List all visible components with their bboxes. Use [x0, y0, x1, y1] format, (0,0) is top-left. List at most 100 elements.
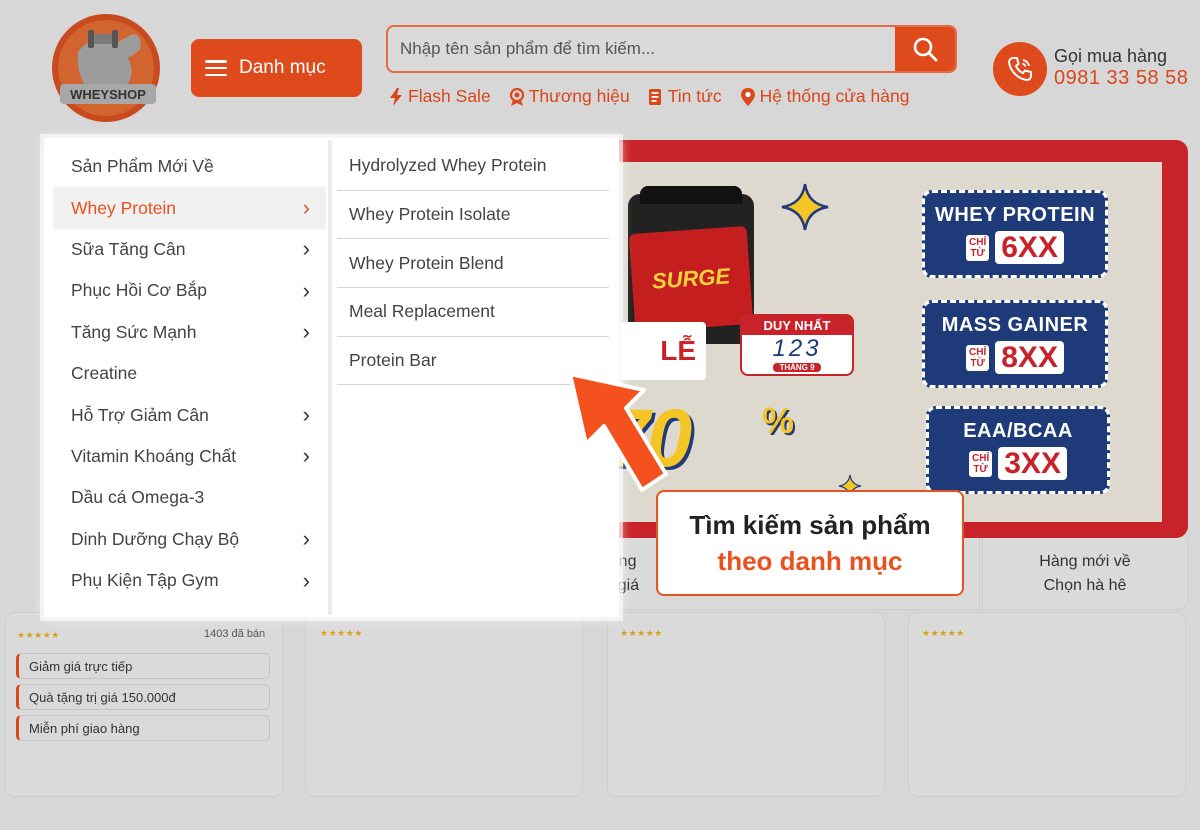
category-item-gym-accessories[interactable]: Phụ Kiện Tập Gym › — [53, 560, 326, 601]
promo-box-title: MASS GAINER — [941, 314, 1089, 336]
category-item-label: Tăng Sức Mạnh — [71, 321, 197, 342]
flash-icon — [390, 87, 402, 106]
wheyshop-logo[interactable]: WHEYSHOP — [48, 12, 168, 124]
category-item-label: Phục Hồi Cơ Bắp — [71, 280, 207, 301]
subcategory-list: Hydrolyzed Whey Protein Whey Protein Iso… — [337, 142, 609, 386]
category-item-label: Dinh Dưỡng Chạy Bộ — [71, 528, 240, 549]
search-button[interactable] — [895, 27, 955, 71]
category-item-label: Phụ Kiện Tập Gym — [71, 570, 219, 591]
category-item-label: Creatine — [71, 363, 138, 384]
category-item-creatine[interactable]: Creatine — [53, 353, 326, 394]
search-input[interactable] — [388, 27, 895, 71]
quick-link-label: Thương hiệu — [528, 86, 630, 106]
callout-line-2: theo danh mục — [717, 546, 903, 576]
annotation-arrow-icon — [568, 372, 668, 492]
category-item-label: Dầu cá Omega-3 — [71, 487, 205, 508]
category-item-running-nutrition[interactable]: Dinh Dưỡng Chạy Bộ › — [53, 519, 326, 560]
sparkle-icon — [781, 183, 829, 231]
promo-box-eaa-bcaa[interactable]: EAA/BCAA CHỈ TỪ 3XX — [926, 406, 1110, 494]
chevron-right-icon: › — [302, 443, 310, 469]
category-menu-label: Danh mục — [239, 57, 326, 78]
search-bar — [386, 25, 957, 73]
chevron-right-icon: › — [302, 236, 310, 262]
chevron-right-icon: › — [302, 402, 310, 428]
quick-link-label: Tin tức — [667, 86, 722, 106]
quick-link-label: Hệ thống cửa hàng — [759, 86, 910, 106]
category-list: Sản Phẩm Mới Về Whey Protein › Sữa Tăng … — [53, 146, 326, 601]
category-item-label: Vitamin Khoáng Chất — [71, 445, 237, 466]
promo-box-chi: CHỈ TỪ — [966, 234, 990, 261]
category-item-recovery[interactable]: Phục Hồi Cơ Bắp › — [53, 270, 326, 311]
promo-box-price: 6XX — [995, 231, 1064, 264]
promo-box-price: 3XX — [998, 447, 1067, 480]
category-item-whey-protein[interactable]: Whey Protein › — [53, 187, 326, 229]
subcategory-item[interactable]: Hydrolyzed Whey Protein — [337, 142, 609, 191]
quick-link-news[interactable]: Tin tức — [648, 86, 722, 107]
date-card-month: THÁNG 9 — [773, 363, 821, 372]
sold-count: 1403 đã bán — [204, 628, 266, 640]
category-item-label: Hỗ Trợ Giảm Cân — [71, 404, 209, 425]
chevron-right-icon: › — [302, 526, 310, 552]
annotation-callout: Tìm kiếm sản phẩm theo danh mục — [656, 490, 964, 596]
promo-box-whey[interactable]: WHEY PROTEIN CHỈ TỪ 6XX — [922, 190, 1108, 278]
category-item-label: Whey Protein — [71, 197, 177, 218]
category-item-mass-gainer[interactable]: Sữa Tăng Cân › — [53, 229, 326, 270]
quick-link-label: Flash Sale — [408, 86, 491, 106]
chevron-right-icon: › — [302, 567, 310, 593]
phone-call-button[interactable] — [993, 42, 1047, 96]
quick-link-stores[interactable]: Hệ thống cửa hàng — [740, 86, 910, 107]
chevron-right-icon: › — [302, 319, 310, 345]
promo-box-price: 8XX — [995, 341, 1064, 374]
search-icon — [913, 37, 938, 62]
callout-line-1: Tìm kiếm sản phẩm — [689, 510, 931, 540]
promo-badge: Giảm giá trực tiếp — [16, 653, 270, 679]
subcategory-item[interactable]: Meal Replacement — [337, 288, 609, 337]
chevron-right-icon: › — [302, 277, 310, 303]
promo-box-title: EAA/BCAA — [963, 420, 1073, 442]
promo-box-mass-gainer[interactable]: MASS GAINER CHỈ TỪ 8XX — [922, 300, 1108, 388]
subcategory-item[interactable]: Whey Protein Blend — [337, 239, 609, 289]
logo-text: WHEYSHOP — [70, 87, 146, 102]
menu-divider — [328, 140, 332, 615]
promo-box-title: WHEY PROTEIN — [934, 204, 1096, 226]
subcategory-item[interactable]: Whey Protein Isolate — [337, 191, 609, 240]
quick-link-brands[interactable]: Thương hiệu — [509, 86, 630, 107]
chevron-right-icon: › — [302, 195, 310, 221]
location-pin-icon — [740, 87, 755, 106]
category-item-new-arrivals[interactable]: Sản Phẩm Mới Về — [53, 146, 326, 187]
date-card-digits: 123 — [772, 335, 822, 362]
discount-percent-sign: % — [762, 400, 795, 441]
rating-stars: ★★★★★ — [320, 628, 363, 638]
phone-icon — [1007, 57, 1032, 82]
category-item-vitamins[interactable]: Vitamin Khoáng Chất › — [53, 436, 326, 477]
feature-card-text: Hàng mới về Chọn hà hê — [1039, 553, 1131, 594]
rating-stars: ★★★★★ — [620, 628, 663, 638]
product-tub-label: SURGE — [628, 226, 754, 332]
date-card: DUY NHẤT 123 THÁNG 9 — [740, 314, 854, 376]
award-icon — [509, 87, 524, 106]
phone-label: Gọi mua hàng — [1054, 46, 1168, 66]
promo-badge: Miễn phí giao hàng — [16, 715, 270, 741]
category-menu-button[interactable]: Danh mục — [191, 39, 362, 97]
promo-box-chi: CHỈ TỪ — [969, 450, 993, 477]
category-item-strength[interactable]: Tăng Sức Mạnh › — [53, 312, 326, 353]
hamburger-icon — [205, 60, 227, 76]
feature-card-new-arrivals[interactable]: Hàng mới về Chọn hà hê — [982, 538, 1188, 610]
promo-box-chi: CHỈ TỪ — [966, 344, 990, 371]
product-card[interactable] — [908, 612, 1186, 797]
category-item-omega-3[interactable]: Dầu cá Omega-3 — [53, 477, 326, 518]
promo-badge: Quà tặng trị giá 150.000đ — [16, 684, 270, 710]
phone-number[interactable]: 0981 33 58 58 — [1054, 67, 1188, 90]
product-card[interactable] — [607, 612, 885, 797]
rating-stars: ★★★★★ — [922, 628, 965, 638]
date-card-heading: DUY NHẤT — [742, 316, 852, 335]
category-item-label: Sữa Tăng Cân — [71, 238, 186, 259]
category-item-weight-loss[interactable]: Hỗ Trợ Giảm Cân › — [53, 394, 326, 435]
rating-stars: ★★★★★ — [17, 630, 60, 640]
news-icon — [648, 88, 661, 105]
quick-links: Flash Sale Thương hiệu Tin tức Hệ thống … — [388, 86, 909, 107]
product-tub-cap — [640, 186, 742, 204]
quick-link-flash-sale[interactable]: Flash Sale — [388, 86, 491, 107]
category-item-label: Sản Phẩm Mới Về — [71, 156, 214, 177]
product-card[interactable] — [305, 612, 583, 797]
